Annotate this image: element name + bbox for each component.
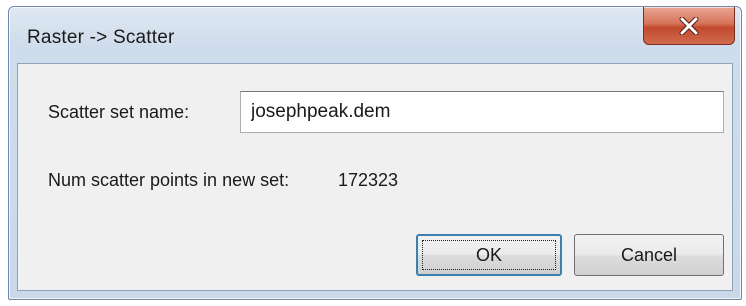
num-points-value: 172323 (338, 170, 399, 190)
close-button[interactable] (643, 7, 735, 45)
cancel-button[interactable]: Cancel (574, 234, 724, 276)
ok-button[interactable]: OK (416, 234, 562, 276)
title-bar[interactable]: Raster -> Scatter (9, 7, 741, 63)
close-icon (678, 16, 700, 35)
scatter-set-name-label: Scatter set name: (48, 102, 190, 122)
window-title: Raster -> Scatter (27, 27, 175, 48)
ok-button-label: OK (475, 244, 502, 265)
num-points-label: Num scatter points in new set: (48, 170, 290, 190)
scatter-set-name-input[interactable] (240, 91, 724, 133)
cancel-button-label: Cancel (620, 244, 678, 265)
raster-to-scatter-dialog: Raster -> Scatter Scatter set name: Num … (8, 6, 742, 300)
dialog-body: Scatter set name: Num scatter points in … (17, 63, 733, 291)
